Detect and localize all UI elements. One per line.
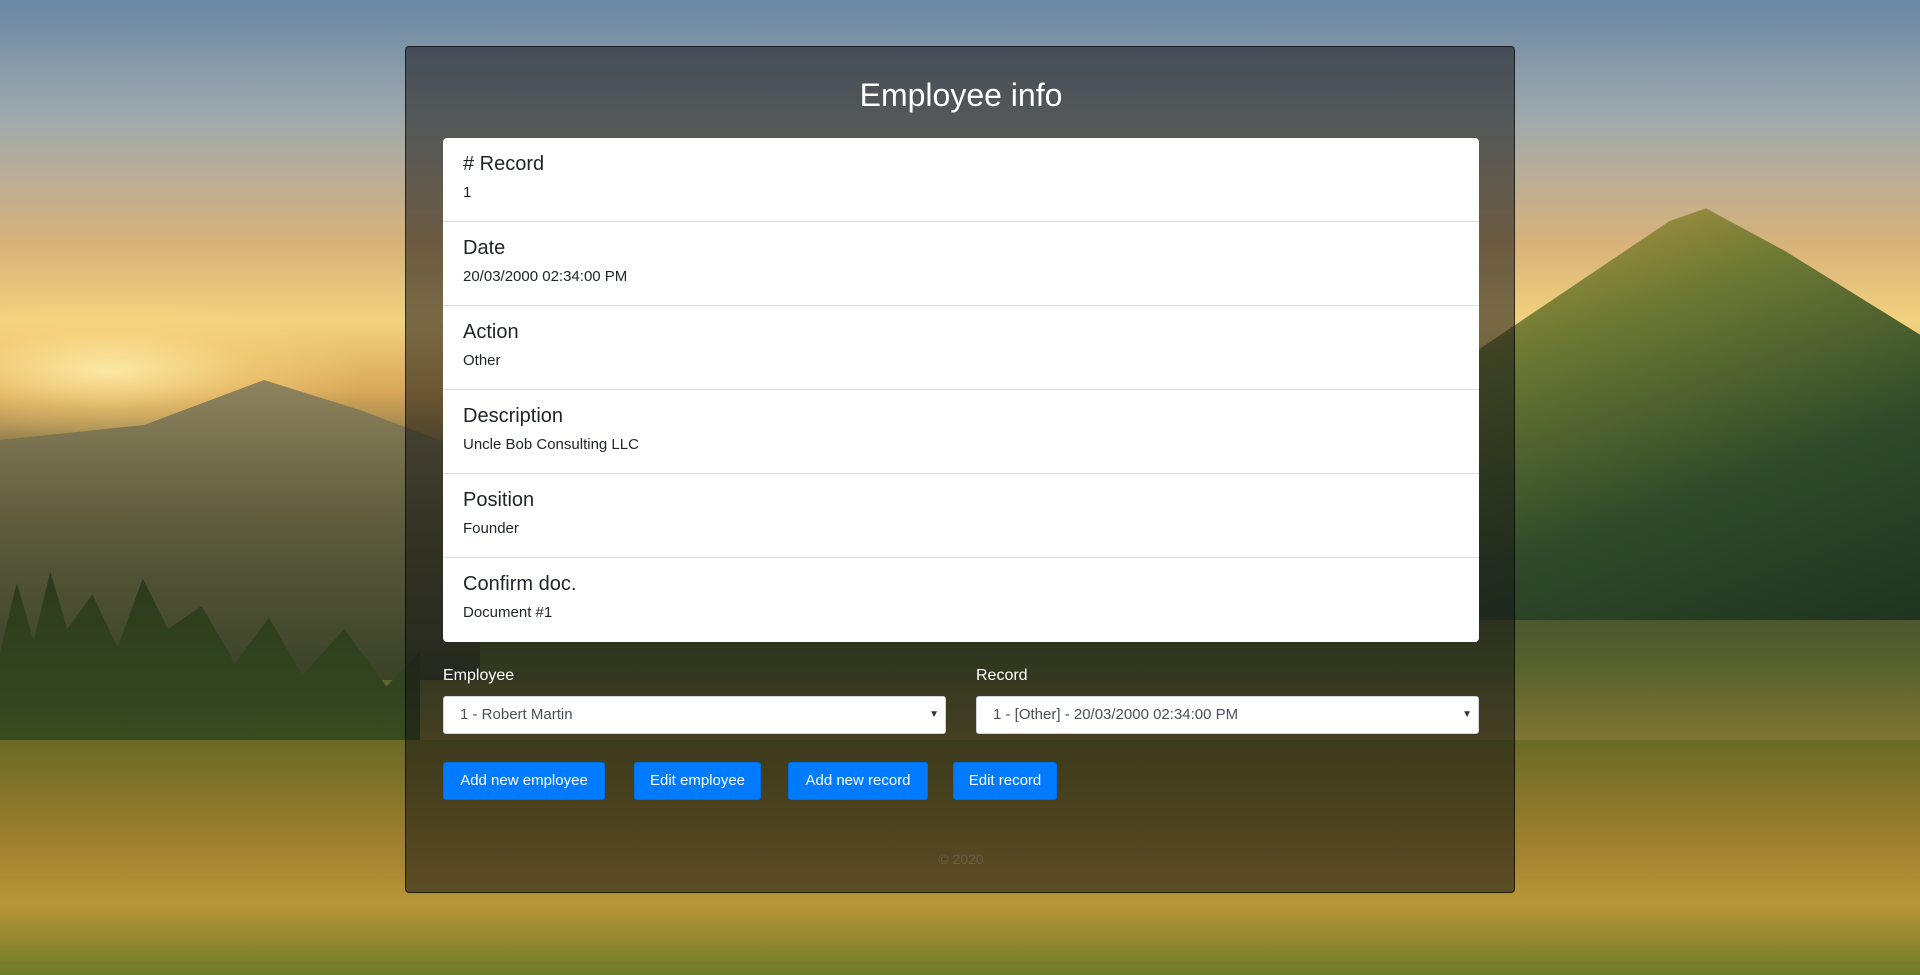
page-title: Employee info: [859, 77, 1063, 113]
add-new-employee-button[interactable]: Add new employee: [443, 762, 605, 800]
add-new-record-button[interactable]: Add new record: [788, 762, 928, 800]
record-details-list: # Record 1 Date 20/03/2000 02:34:00 PM A…: [443, 138, 1479, 642]
date-value: 20/03/2000 02:34:00 PM: [463, 268, 628, 285]
edit-employee-button[interactable]: Edit employee: [634, 762, 761, 800]
action-value: Other: [463, 352, 501, 369]
chevron-down-icon: ▼: [929, 709, 939, 720]
description-label: Description: [463, 405, 564, 427]
list-item: Confirm doc. Document #1: [443, 558, 1479, 642]
confirm-doc-label: Confirm doc.: [463, 573, 577, 595]
record-number-label: # Record: [463, 153, 545, 175]
employee-panel: Employee info # Record 1 Date 20/03/2000…: [405, 46, 1515, 893]
record-select[interactable]: 1 - [Other] - 20/03/2000 02:34:00 PM ▼: [976, 696, 1479, 734]
position-label: Position: [463, 489, 535, 511]
edit-record-button[interactable]: Edit record: [953, 762, 1057, 800]
list-item: Action Other: [443, 306, 1479, 390]
footer-copyright: © 2020: [938, 851, 984, 867]
list-item: Description Uncle Bob Consulting LLC: [443, 390, 1479, 474]
record-select-value: 1 - [Other] - 20/03/2000 02:34:00 PM: [993, 706, 1239, 723]
record-select-label: Record: [976, 667, 1028, 684]
list-item: Position Founder: [443, 474, 1479, 558]
date-label: Date: [463, 237, 506, 259]
chevron-down-icon: ▼: [1462, 709, 1472, 720]
employee-select-label: Employee: [443, 667, 515, 684]
employee-select[interactable]: 1 - Robert Martin ▼: [443, 696, 946, 734]
list-item: Date 20/03/2000 02:34:00 PM: [443, 222, 1479, 306]
action-label: Action: [463, 321, 519, 343]
position-value: Founder: [463, 520, 519, 537]
list-item: # Record 1: [443, 138, 1479, 222]
description-value: Uncle Bob Consulting LLC: [463, 436, 639, 453]
confirm-doc-value: Document #1: [463, 604, 553, 621]
employee-select-value: 1 - Robert Martin: [460, 706, 573, 723]
record-number-value: 1: [463, 184, 472, 201]
